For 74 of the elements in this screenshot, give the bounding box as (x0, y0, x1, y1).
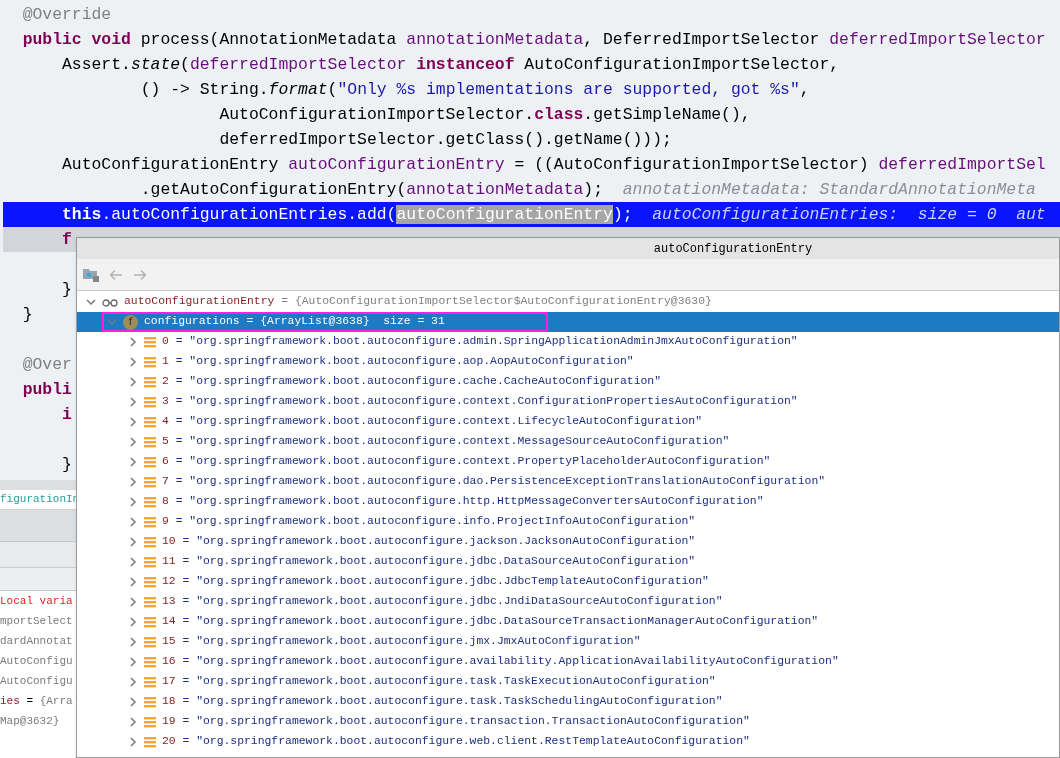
tree-label: 15 = "org.springframework.boot.autoconfigure.jmx.JmxAutoConfiguration" (162, 634, 641, 650)
tree-label: 19 = "org.springframework.boot.autoconfigure.transaction.TransactionAutoConfiguration" (162, 714, 750, 730)
variable-text: Map@3632} (0, 713, 60, 729)
list-icon (144, 676, 156, 688)
list-icon (144, 416, 156, 428)
code-line: AutoConfigurationEntry autoConfigurationEntry = ((AutoConfigurationImportSelector) deferredImportSel (61, 154, 1046, 176)
code-line: Assert.state(deferredImportSelector instanceof AutoConfigurationImportSelector, (61, 54, 840, 76)
tree-label: 3 = "org.springframework.boot.autoconfigure.context.ConfigurationPropertiesAutoConfiguration" (162, 394, 798, 410)
variable-text: mportSelect (0, 613, 73, 629)
code-line: } (61, 279, 72, 301)
list-icon (144, 716, 156, 728)
list-icon (144, 336, 156, 348)
list-icon (144, 696, 156, 708)
list-icon (144, 536, 156, 548)
tree-label: 5 = "org.springframework.boot.autoconfigure.context.MessageSourceAutoConfiguration" (162, 434, 730, 450)
tree-label: 2 = "org.springframework.boot.autoconfigure.cache.CacheAutoConfiguration" (162, 374, 661, 390)
chevron-down-icon[interactable] (86, 297, 96, 307)
list-icon (144, 736, 156, 748)
variable-text: AutoConfigu (0, 673, 73, 689)
code-line: f (61, 229, 72, 251)
popup-title: autoConfigurationEntry (653, 240, 813, 258)
code-line: public void process(AnnotationMetadata annotationMetadata, DeferredImportSelector deferredImportSelector (21, 29, 1046, 51)
code-line: publi (21, 379, 72, 401)
list-icon (144, 556, 156, 568)
list-icon (144, 356, 156, 368)
code-line: () -> String.format("Only %s implementations are supported, got %s", (139, 79, 810, 101)
code-line: @Over (21, 354, 72, 376)
list-icon (144, 456, 156, 468)
list-icon (144, 656, 156, 668)
tree-label: 10 = "org.springframework.boot.autoconfigure.jackson.JacksonAutoConfiguration" (162, 534, 696, 550)
tree-label: 6 = "org.springframework.boot.autoconfigure.context.PropertyPlaceholderAutoConfiguration" (162, 454, 771, 470)
tree-label: 13 = "org.springframework.boot.autoconfigure.jdbc.JndiDataSourceAutoConfiguration" (162, 594, 723, 610)
tree-label: 4 = "org.springframework.boot.autoconfigure.context.LifecycleAutoConfiguration" (162, 414, 702, 430)
list-icon (144, 496, 156, 508)
tree-label: 9 = "org.springframework.boot.autoconfigure.info.ProjectInfoAutoConfiguration" (162, 514, 696, 530)
code-line: } (61, 454, 72, 476)
code-line: AutoConfigurationImportSelector.class.getSimpleName(), (218, 104, 751, 126)
list-icon (144, 636, 156, 648)
tree-label: 14 = "org.springframework.boot.autoconfigure.jdbc.DataSourceTransactionManagerAutoConfiguration" (162, 614, 819, 630)
list-icon (144, 476, 156, 488)
tree-label: configurations = {ArrayList@3638} size = 31 (144, 314, 445, 330)
tree-label: 11 = "org.springframework.boot.autoconfigure.jdbc.DataSourceAutoConfiguration" (162, 554, 696, 570)
list-icon (144, 516, 156, 528)
tree-label: 8 = "org.springframework.boot.autoconfigure.http.HttpMessageConvertersAutoConfiguration" (162, 494, 764, 510)
list-icon (144, 616, 156, 628)
list-icon (144, 436, 156, 448)
field-icon: f (123, 314, 138, 330)
glasses-icon (102, 297, 118, 307)
folder-icon[interactable] (83, 267, 99, 282)
list-icon (144, 576, 156, 588)
tree-label: 17 = "org.springframework.boot.autoconfigure.task.TaskExecutionAutoConfiguration" (162, 674, 716, 690)
code-line: this.autoConfigurationEntries.add(autoConfigurationEntry); autoConfigurationEntries: size = 0 aut (61, 204, 1046, 226)
tree-label: 18 = "org.springframework.boot.autoconfigure.task.TaskSchedulingAutoConfiguration" (162, 694, 723, 710)
tree-label: 16 = "org.springframework.boot.autoconfigure.availability.ApplicationAvailabilityAutoConfiguration" (162, 654, 839, 670)
variable-text: Local varia (0, 593, 73, 609)
code-line: } (21, 304, 33, 326)
list-icon (144, 596, 156, 608)
tab-label[interactable]: figurationIn (0, 491, 80, 508)
tree-label: 0 = "org.springframework.boot.autoconfigure.admin.SpringApplicationAdminJmxAutoConfiguration" (162, 334, 798, 350)
variable-text: ies = {Arra (0, 693, 73, 709)
code-line: @Override (21, 4, 112, 26)
tree-label: 12 = "org.springframework.boot.autoconfigure.jdbc.JdbcTemplateAutoConfiguration" (162, 574, 709, 590)
tree-label: autoConfigurationEntry = {AutoConfigurationImportSelector$AutoConfigurationEntry@3630} (124, 294, 712, 310)
tree-label: 20 = "org.springframework.boot.autoconfigure.web.client.RestTemplateAutoConfiguration" (162, 734, 750, 750)
tree-row[interactable]: f configurations = {ArrayList@3638} size = 31 (77, 312, 1059, 332)
code-line: .getAutoConfigurationEntry(annotationMetadata); annotationMetadata: StandardAnnotationMeta (139, 179, 1036, 201)
variable-text: dardAnnotat (0, 633, 73, 649)
list-icon (144, 396, 156, 408)
code-line: i (61, 404, 72, 426)
tree-label: 7 = "org.springframework.boot.autoconfigure.dao.PersistenceExceptionTranslationAutoConfiguration" (162, 474, 826, 490)
list-icon (144, 376, 156, 388)
variable-text: AutoConfigu (0, 653, 73, 669)
tree-label: 1 = "org.springframework.boot.autoconfigure.aop.AopAutoConfiguration" (162, 354, 634, 370)
code-line: deferredImportSelector.getClass().getName())); (218, 129, 672, 151)
